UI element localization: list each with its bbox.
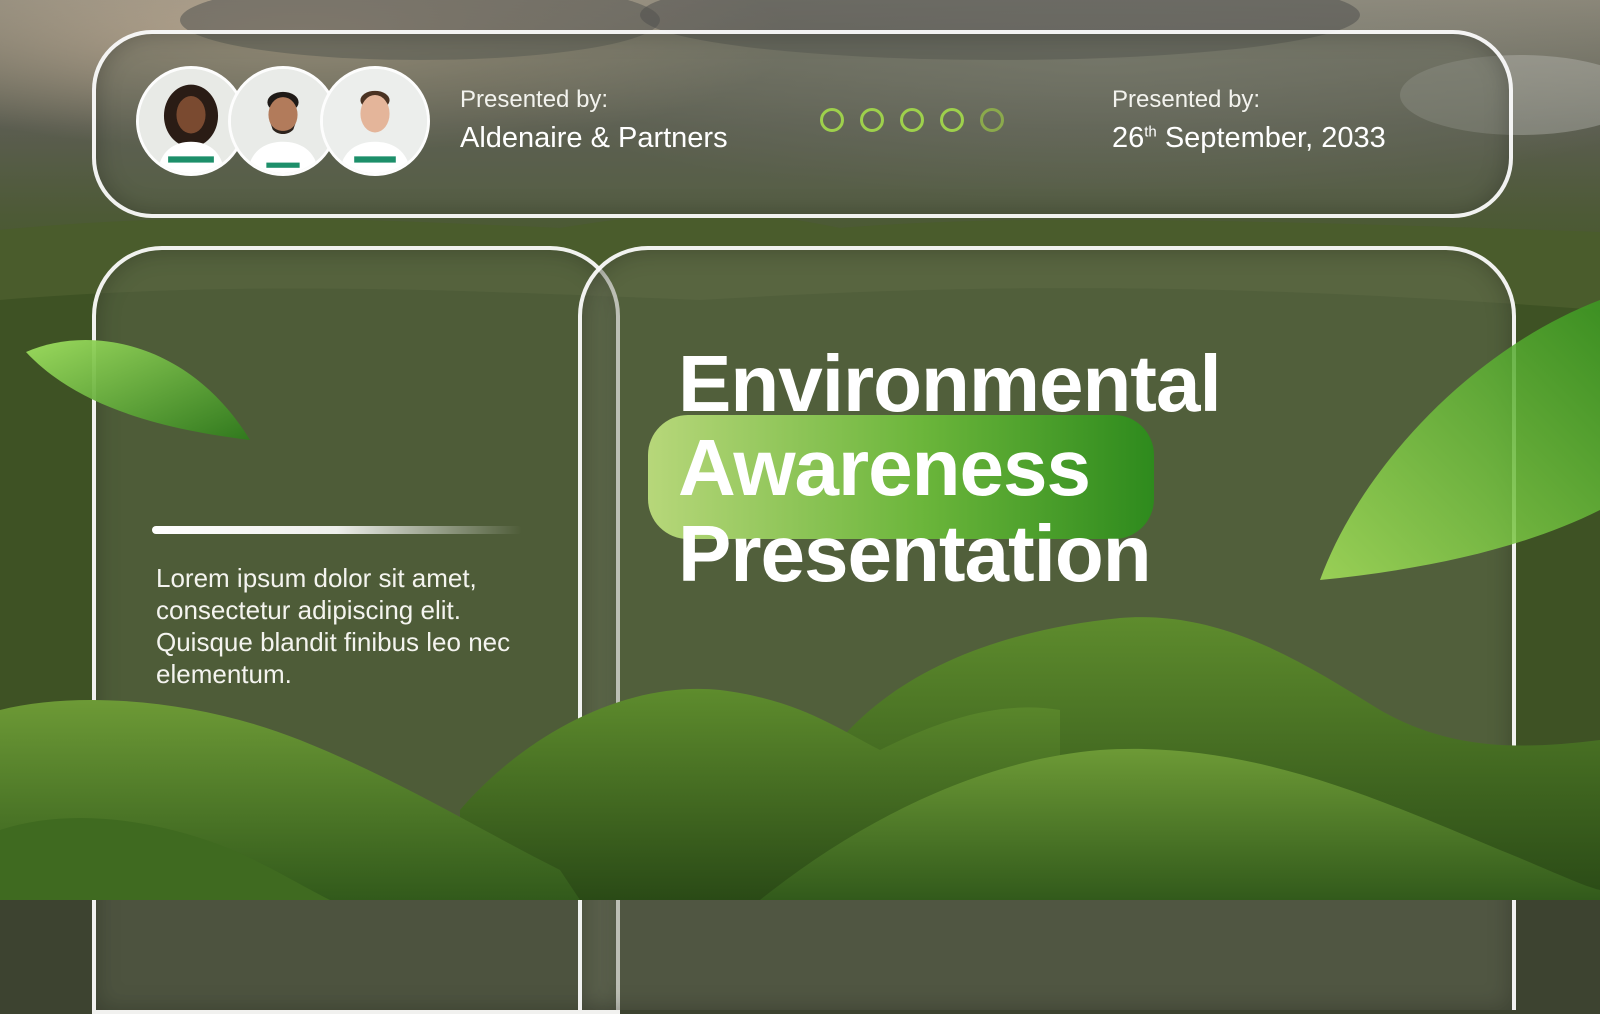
date-label: Presented by:: [1112, 86, 1261, 113]
page-dot-3[interactable]: [900, 108, 924, 132]
title-line-2: Awareness: [678, 423, 1091, 512]
presentation-date: 26th September, 2033: [1112, 122, 1386, 155]
page-dot-5[interactable]: [980, 108, 1004, 132]
grass-hills: [0, 617, 1600, 900]
page-dot-4[interactable]: [940, 108, 964, 132]
title-line-3: Presentation: [678, 509, 1152, 598]
date-suffix: th: [1144, 123, 1157, 141]
avatar-volunteer-3: [320, 66, 430, 176]
divider-line: [152, 526, 522, 534]
leaf-blurred-icon: [1320, 300, 1600, 580]
page-dot-2[interactable]: [860, 108, 884, 132]
date-month-year: September, 2033: [1156, 122, 1386, 154]
date-day: 26: [1112, 122, 1145, 154]
presenter-label: Presented by:: [460, 86, 609, 113]
presenter-name: Aldenaire & Partners: [460, 122, 728, 154]
leaf-icon: [26, 340, 250, 440]
page-dot-1[interactable]: [820, 108, 844, 132]
pagination-dots: [820, 108, 1004, 132]
title-line-1: Environmental: [678, 339, 1222, 428]
